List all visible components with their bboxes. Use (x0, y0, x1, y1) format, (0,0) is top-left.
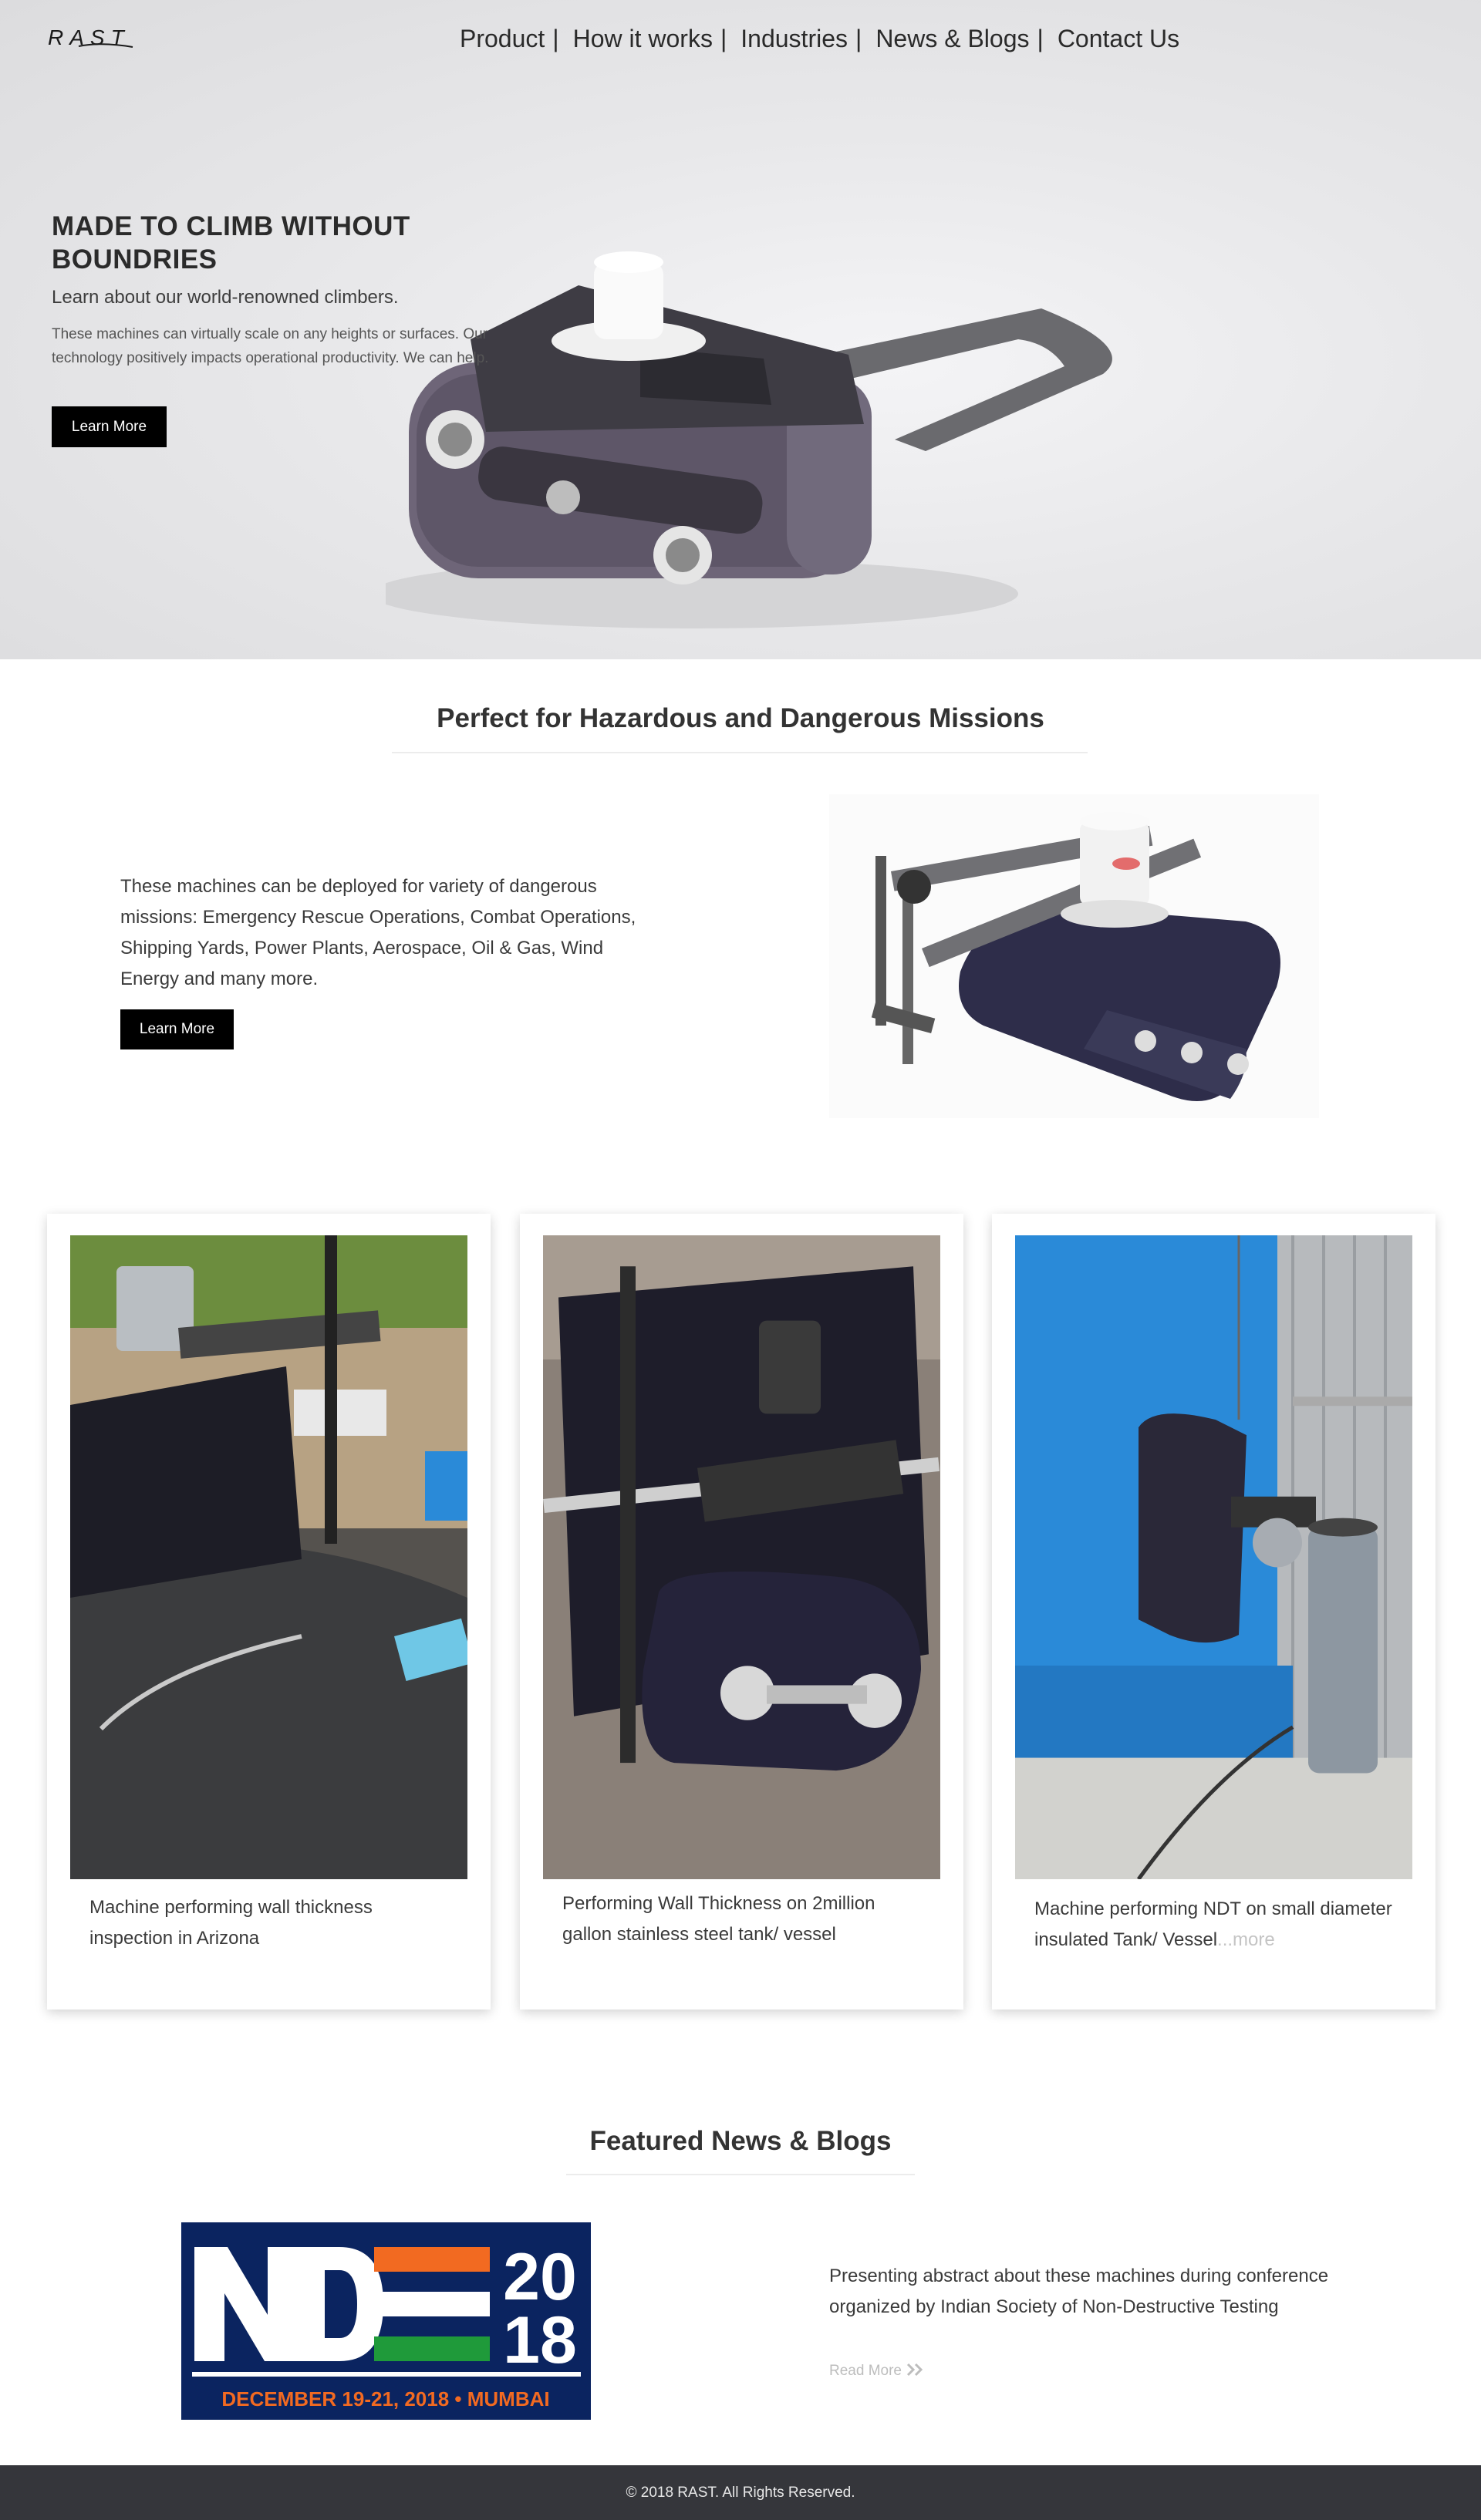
read-more-link[interactable]: Read More (829, 2363, 926, 2380)
nav-separator: | (1037, 25, 1044, 52)
missions-learn-more-button[interactable]: Learn More (120, 1009, 234, 1049)
card-caption: Machine performing wall thickness inspec… (89, 1897, 373, 1949)
double-chevron-right-icon (907, 2363, 923, 2377)
missions-divider (392, 752, 1088, 753)
hero-section: RAST Product | How it works | Industries… (0, 0, 1481, 659)
news-description: Presenting abstract about these machines… (829, 2266, 1329, 2317)
missions-title: Perfect for Hazardous and Dangerous Miss… (437, 703, 1044, 733)
nav-item-industries[interactable]: Industries (740, 25, 848, 53)
nav-item-how-it-works[interactable]: How it works (573, 25, 713, 53)
missions-robot-image (829, 794, 1319, 1118)
nde-year-bottom: 18 (503, 2303, 577, 2377)
gallery-card: Machine performing wall thickness inspec… (47, 1214, 491, 2010)
card-caption: Machine performing NDT on small diameter… (1034, 1894, 1397, 1956)
read-more-label: Read More (829, 2363, 902, 2379)
gallery-card: Performing Wall Thickness on 2million ga… (520, 1214, 963, 2010)
nav-separator: | (720, 25, 727, 52)
rast-logo[interactable]: RAST (48, 23, 153, 57)
nav-item-product[interactable]: Product (460, 25, 545, 53)
card-image-arizona (70, 1235, 467, 1879)
logo-text: RAST (48, 25, 130, 49)
news-title: Featured News & Blogs (589, 2126, 892, 2156)
hero-subtitle: Learn about our world-renowned climbers. (52, 287, 399, 308)
main-nav: Product | How it works | Industries | Ne… (460, 25, 1179, 53)
nav-separator: | (855, 25, 862, 52)
nav-item-contact-us[interactable]: Contact Us (1058, 25, 1179, 53)
hero-title: MADE TO CLIMB WITHOUT BOUNDRIES (52, 211, 410, 275)
card-caption: Performing Wall Thickness on 2million ga… (562, 1893, 875, 1945)
hero-robot-image (386, 251, 1112, 628)
nde-dates: DECEMBER 19-21, 2018 • MUMBAI (221, 2387, 549, 2411)
news-divider (566, 2174, 915, 2175)
hero-learn-more-button[interactable]: Learn More (52, 406, 167, 447)
card-image-stainless-tank (543, 1235, 940, 1879)
card-more-link[interactable]: ...more (1217, 1929, 1275, 1950)
footer: © 2018 RAST. All Rights Reserved. (0, 2465, 1481, 2520)
hero-description: These machines can virtually scale on an… (52, 326, 489, 366)
nde-2018-banner[interactable]: 20 18 DECEMBER 19-21, 2018 • MUMBAI (181, 2222, 591, 2420)
missions-description: These machines can be deployed for varie… (120, 876, 636, 989)
nav-item-news-blogs[interactable]: News & Blogs (875, 25, 1029, 53)
nav-separator: | (552, 25, 559, 52)
copyright-text: © 2018 RAST. All Rights Reserved. (626, 2484, 855, 2501)
gallery-card: Machine performing NDT on small diameter… (992, 1214, 1435, 2010)
card-image-insulated-tank (1015, 1235, 1412, 1879)
card-caption-text: Machine performing NDT on small diameter… (1034, 1898, 1392, 1950)
